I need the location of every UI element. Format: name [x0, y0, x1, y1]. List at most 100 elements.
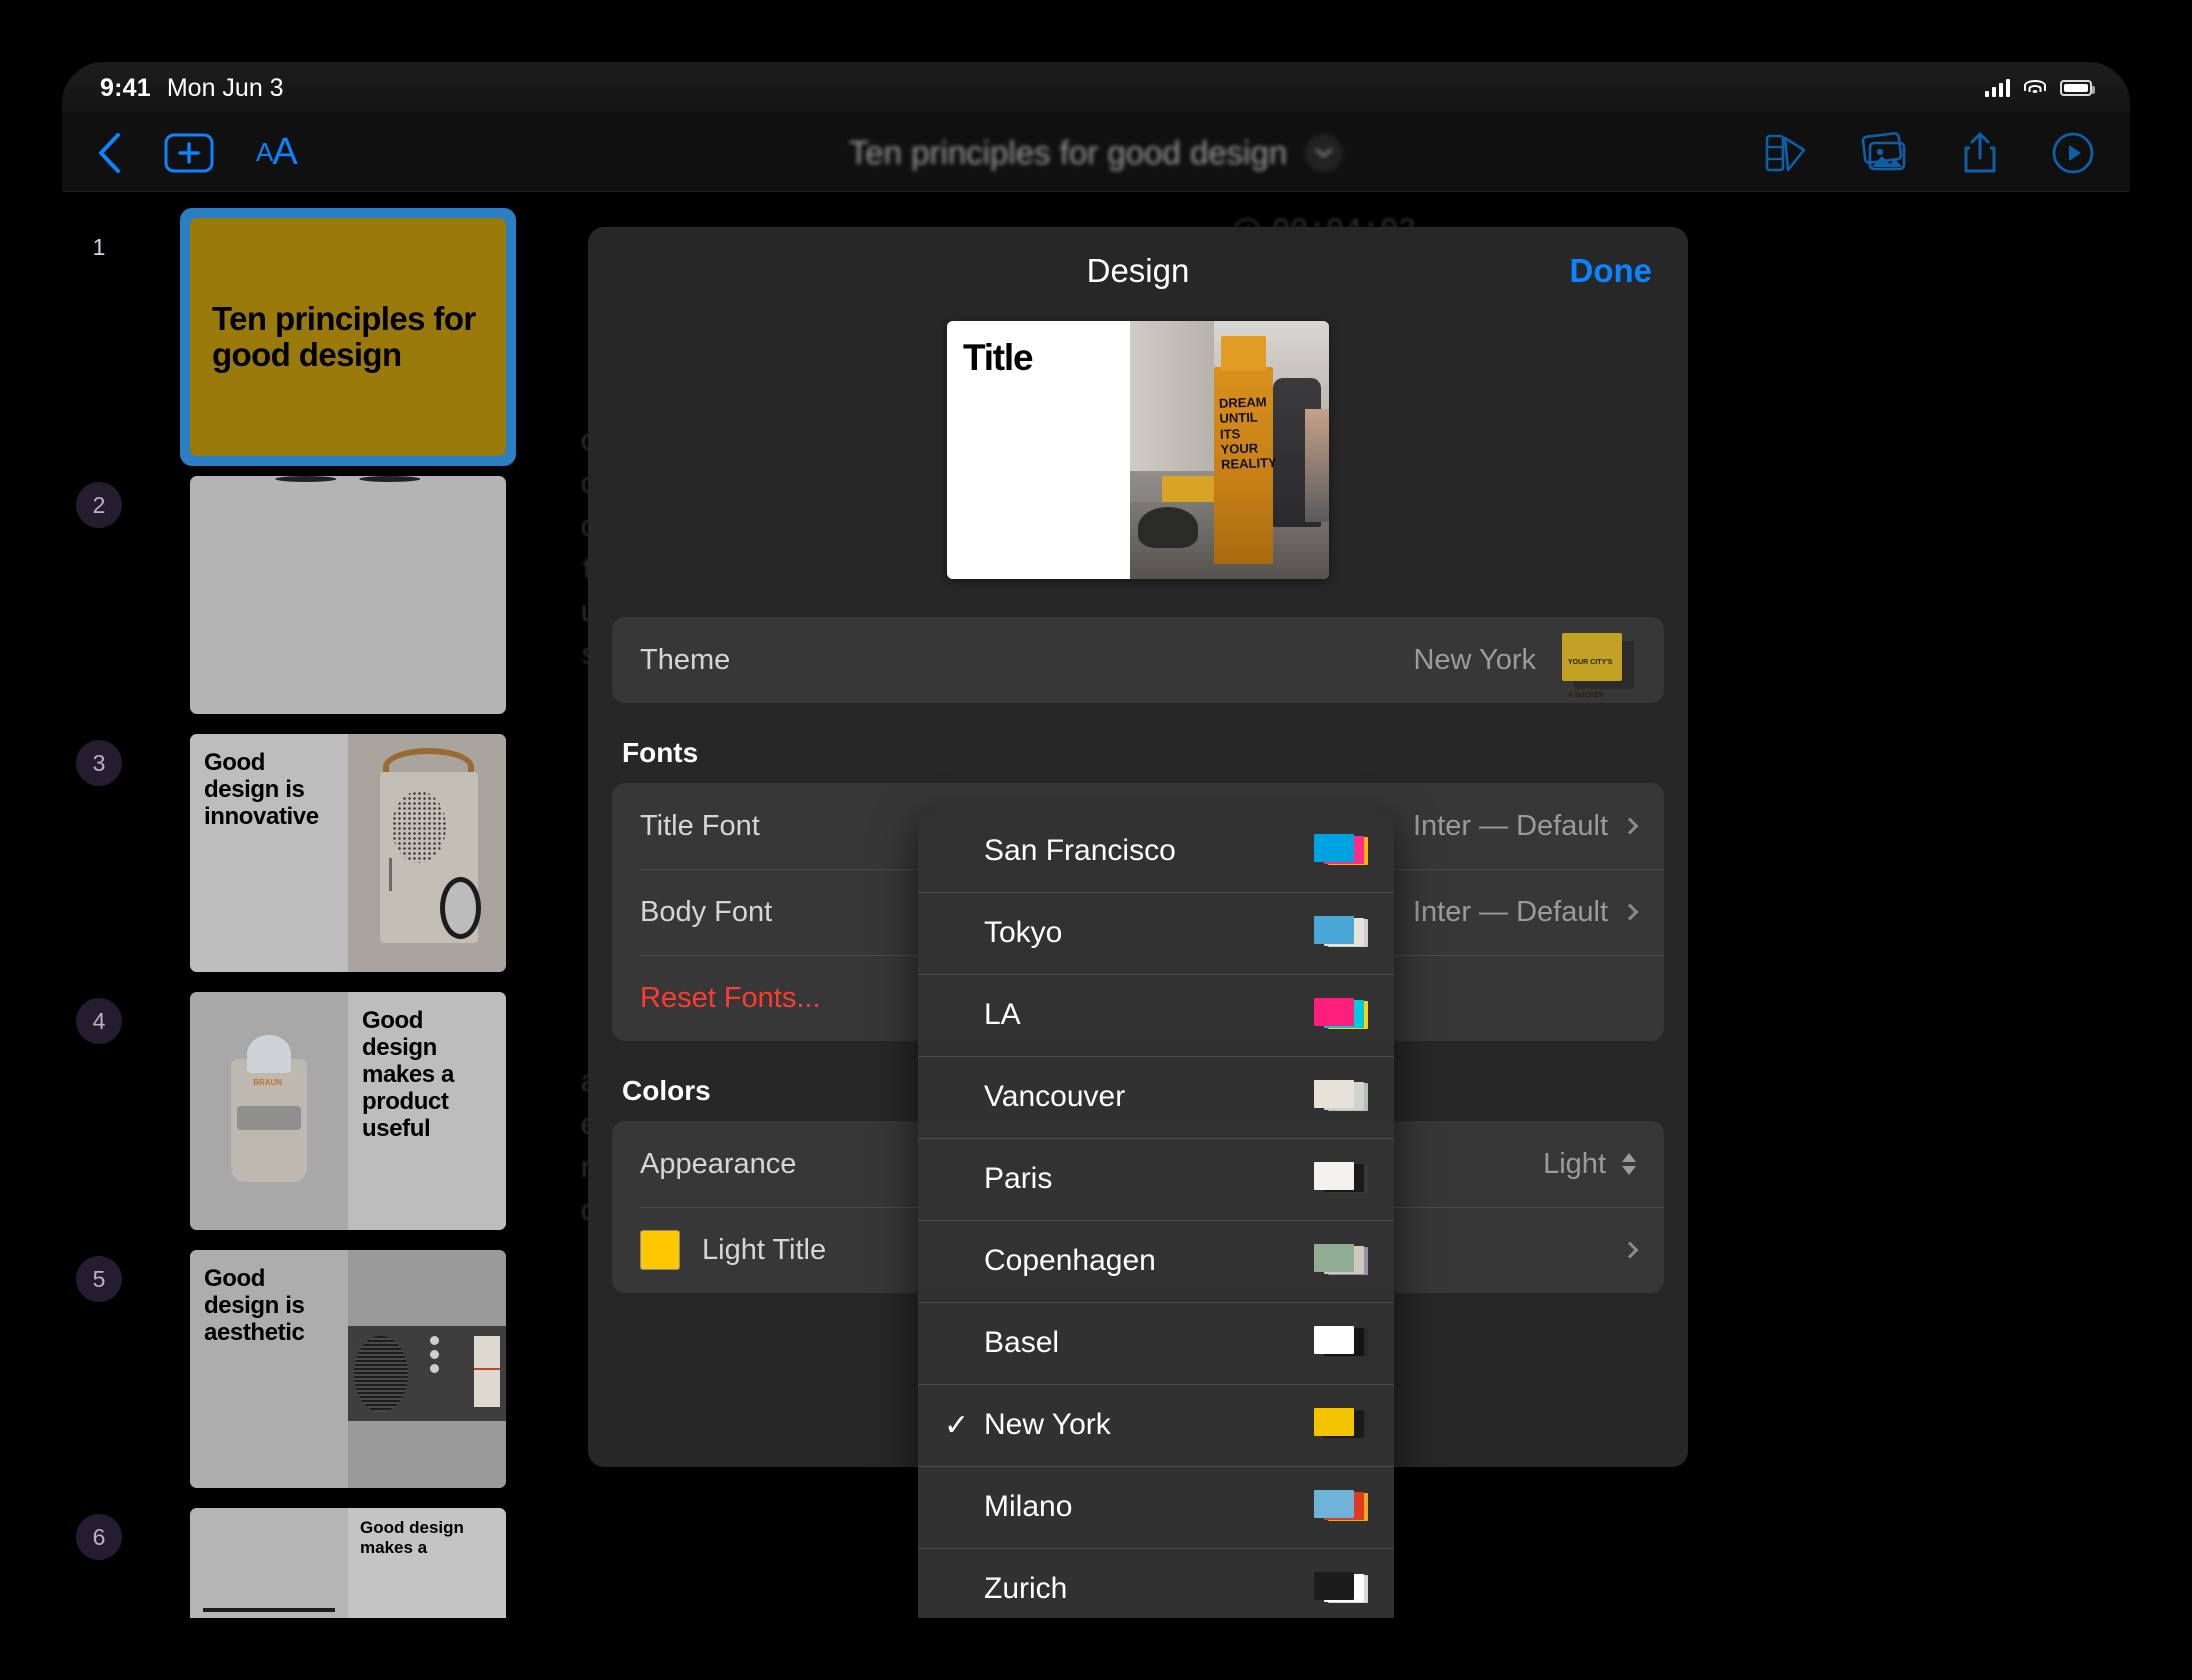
light-title-value-group: [1621, 1241, 1639, 1259]
body-font-value-group: Inter — Default: [1412, 895, 1639, 929]
battery-icon: [2060, 80, 2095, 96]
slide-navigator[interactable]: 1 Ten principles for good design 2 3 Goo…: [62, 192, 520, 1618]
preview-photo: DREAM UNTIL ITS YOUR REALITY: [1130, 321, 1329, 579]
format-small-a: A: [256, 137, 273, 167]
theme-thumb-line1: YOUR CITY'S A SUCKER: [1568, 659, 1613, 699]
theme-option-thumbnail: [1314, 1244, 1368, 1278]
status-indicators: [1985, 79, 2095, 97]
reset-fonts-label: Reset Fonts...: [640, 981, 821, 1014]
theme-value: New York: [1413, 643, 1536, 676]
design-panel-header: Design Done: [588, 227, 1688, 315]
slide-number: 2: [76, 482, 122, 528]
theme-option-thumbnail: [1314, 834, 1368, 868]
done-button[interactable]: Done: [1570, 252, 1653, 290]
chevron-right-icon: [1621, 817, 1639, 835]
document-title-button[interactable]: Ten principles for good design: [848, 114, 1344, 192]
swatches-icon[interactable]: [1764, 132, 1810, 174]
status-time: 9:41: [100, 73, 151, 102]
page-title: Design: [1086, 252, 1190, 289]
theme-option-vancouver[interactable]: Vancouver: [918, 1056, 1394, 1138]
slide-number: 6: [76, 1514, 122, 1560]
preview-title-side: Title: [947, 321, 1131, 579]
toolbar-left-group: AA: [96, 131, 298, 175]
status-date: Mon Jun 3: [166, 73, 284, 102]
theme-option-thumbnail: [1314, 998, 1368, 1032]
back-button[interactable]: [96, 131, 122, 175]
appearance-value-group: Light: [1543, 1148, 1636, 1181]
theme-option-label: Zurich: [984, 1572, 1068, 1605]
appearance-value: Light: [1543, 1147, 1606, 1180]
slide-thumbnail-3[interactable]: 3 Good design is innovative: [62, 726, 520, 984]
theme-card: Theme New York YOUR CITY'S A SUCKER My c…: [612, 617, 1664, 703]
theme-option-thumbnail: [1314, 1490, 1368, 1524]
color-swatch[interactable]: [640, 1230, 680, 1270]
theme-option-label: Tokyo: [984, 916, 1063, 949]
theme-option-san-francisco[interactable]: San Francisco: [918, 810, 1394, 892]
document-title: Ten principles for good design: [848, 134, 1288, 171]
add-slide-button[interactable]: [164, 133, 214, 173]
appearance-label: Appearance: [640, 1147, 797, 1180]
slide-title: Good design is aesthetic: [204, 1265, 305, 1346]
theme-option-copenhagen[interactable]: Copenhagen: [918, 1220, 1394, 1302]
theme-option-milano[interactable]: Milano: [918, 1466, 1394, 1548]
graffiti-text: DREAM UNTIL ITS YOUR REALITY: [1218, 394, 1277, 473]
receiver-image: [348, 1250, 506, 1488]
slide-preview: [190, 476, 506, 714]
body-font-value: Inter — Default: [1412, 895, 1608, 928]
theme-label: Theme: [640, 643, 731, 676]
share-icon[interactable]: [1960, 131, 2000, 175]
ipad-device-frame: 9:41 Mon Jun 3 AA Ten principles for goo…: [62, 62, 2130, 1618]
slide-thumbnail-5[interactable]: 5 Good design is aesthetic: [62, 1242, 520, 1500]
preview-title-text: Title: [963, 337, 1034, 378]
radio-image: [348, 734, 506, 972]
photos-icon[interactable]: [1860, 131, 1910, 174]
theme-option-label: Copenhagen: [984, 1244, 1156, 1277]
theme-dropdown-menu[interactable]: San Francisco Tokyo LA Vancouver Paris Copenh…: [918, 810, 1394, 1618]
chevron-down-icon[interactable]: [1305, 134, 1344, 172]
slide-number: 4: [76, 998, 122, 1044]
wifi-icon: [2024, 79, 2046, 97]
slide-number: 5: [76, 1256, 122, 1302]
slide-title: Good design makes a: [360, 1518, 464, 1557]
light-title-label: Light Title: [702, 1233, 827, 1266]
slide-preview: Good design is innovative: [190, 734, 506, 972]
text-format-button[interactable]: AA: [256, 131, 298, 174]
theme-option-thumbnail: [1314, 1572, 1368, 1606]
theme-option-thumbnail: [1314, 1080, 1368, 1114]
title-font-label: Title Font: [640, 809, 760, 842]
status-bar: 9:41 Mon Jun 3: [62, 62, 2130, 114]
title-font-value-group: Inter — Default: [1412, 809, 1639, 843]
theme-value-group: New York YOUR CITY'S A SUCKER My city's …: [1413, 633, 1636, 699]
slide-thumbnail-1[interactable]: 1 Ten principles for good design: [62, 208, 520, 468]
theme-option-thumbnail: [1314, 1408, 1368, 1442]
checkmark-icon: ✓: [944, 1408, 970, 1442]
theme-option-tokyo[interactable]: Tokyo: [918, 892, 1394, 974]
title-font-value: Inter — Default: [1412, 809, 1608, 842]
theme-row[interactable]: Theme New York YOUR CITY'S A SUCKER My c…: [612, 617, 1664, 703]
cellular-signal-icon: [1985, 79, 2010, 97]
juicer-image: BRAUN: [190, 992, 348, 1230]
theme-option-label: LA: [984, 998, 1021, 1031]
theme-option-la[interactable]: LA: [918, 974, 1394, 1056]
slide-title: Good design is innovative: [204, 749, 319, 830]
theme-option-label: New York: [984, 1408, 1111, 1441]
theme-option-new-york[interactable]: ✓ New York: [918, 1384, 1394, 1466]
slide-title: Good design makes a product useful: [362, 1007, 454, 1142]
theme-option-zurich[interactable]: Zurich: [918, 1548, 1394, 1618]
theme-option-label: Vancouver: [984, 1080, 1126, 1113]
theme-option-label: Paris: [984, 1162, 1053, 1195]
theme-option-basel[interactable]: Basel: [918, 1302, 1394, 1384]
slide-thumbnail-6[interactable]: 6 Good design makes a: [62, 1500, 520, 1618]
chevron-right-icon: [1621, 1241, 1639, 1259]
theme-preview: Title DREAM UNTIL ITS YOUR REALITY: [947, 321, 1329, 579]
theme-option-paris[interactable]: Paris: [918, 1138, 1394, 1220]
theme-option-label: San Francisco: [984, 834, 1176, 867]
play-icon[interactable]: [2050, 130, 2096, 176]
slide-preview: Ten principles for good design: [190, 218, 506, 456]
stepper-icon[interactable]: [1622, 1153, 1636, 1175]
format-large-a: A: [272, 131, 297, 173]
theme-option-label: Basel: [984, 1326, 1060, 1359]
slide-thumbnail-4[interactable]: 4 BRAUN Good design makes a product usef…: [62, 984, 520, 1242]
slide-preview: Good design makes a: [190, 1508, 506, 1618]
slide-thumbnail-2[interactable]: 2: [62, 468, 520, 726]
